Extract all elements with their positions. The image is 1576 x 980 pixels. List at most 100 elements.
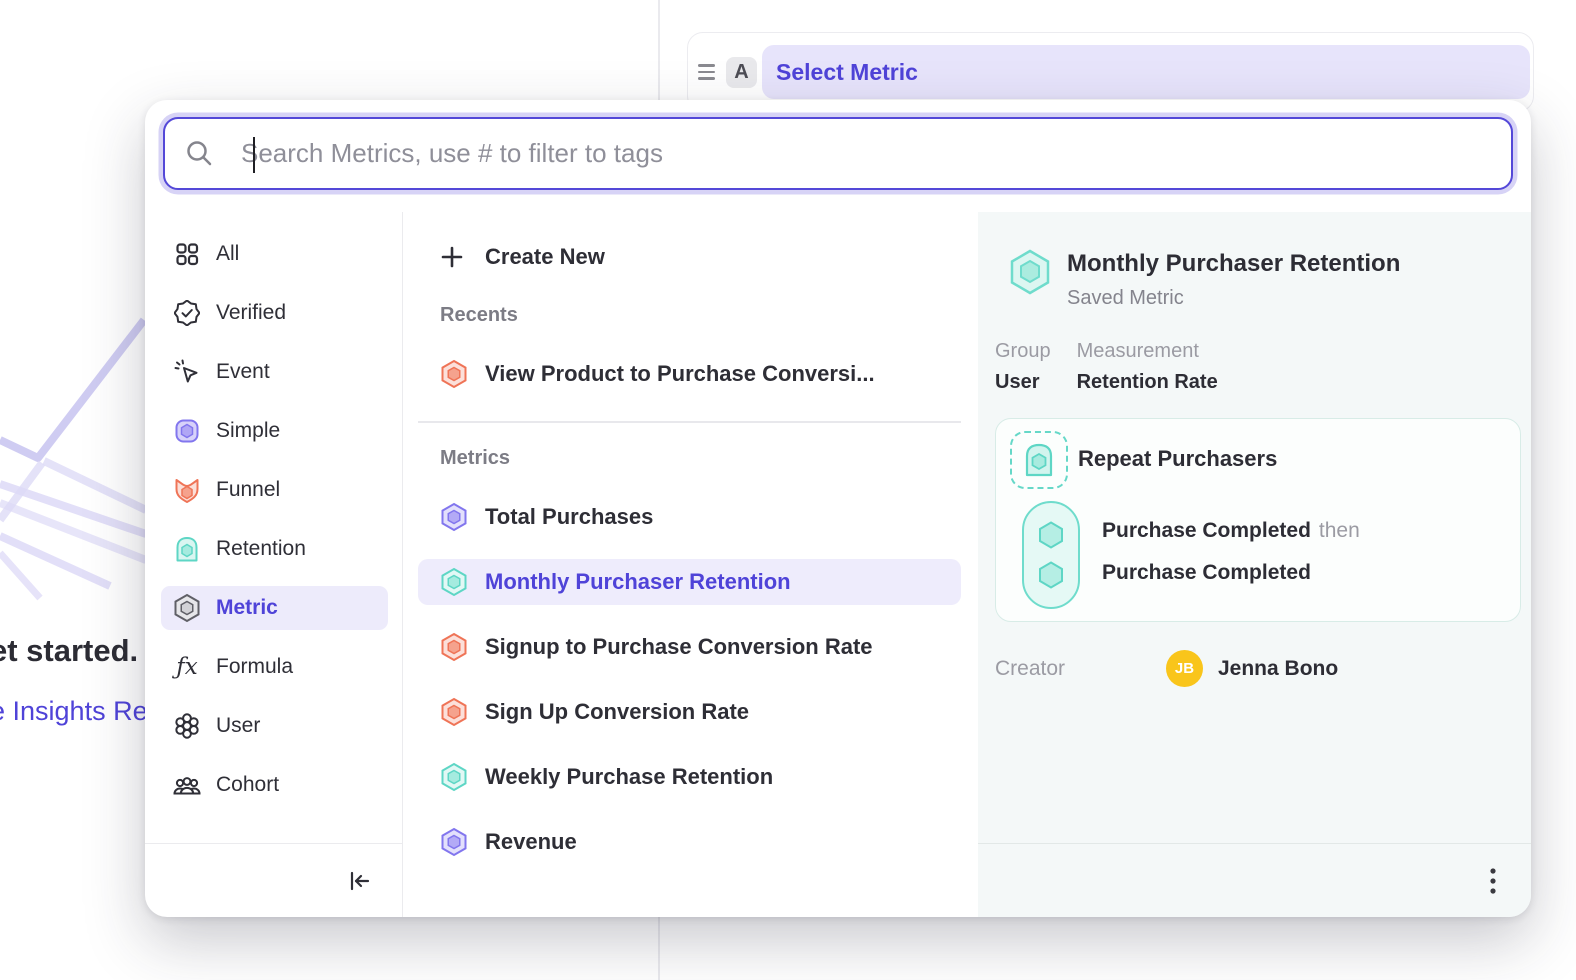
step-2-event: Purchase Completed [1102,561,1311,585]
step-1-event: Purchase Completed then [1102,519,1360,543]
metric-item-total-purchases[interactable]: Total Purchases [418,494,961,540]
card-title: Repeat Purchasers [1078,446,1277,472]
sidebar-item-metric[interactable]: Metric [161,586,388,630]
cursor-click-icon [173,358,201,386]
metric-item-monthly-purchaser-retention[interactable]: Monthly Purchaser Retention [418,559,961,605]
search-bar [163,117,1513,190]
simple-metric-icon [173,417,201,445]
detail-subtitle: Saved Metric [1067,287,1400,310]
creator-name: Jenna Bono [1218,657,1338,681]
sidebar-item-label: All [216,242,239,266]
text-caret [253,137,255,173]
sidebar-item-label: Funnel [216,478,280,502]
decorative-line-chart [0,298,146,628]
sidebar-item-verified[interactable]: Verified [161,291,388,335]
metric-item-signup-to-purchase-conversion-rate[interactable]: Signup to Purchase Conversion Rate [418,624,961,670]
list-divider [418,421,961,423]
measurement-column: Measurement Retention Rate [1077,340,1218,394]
event-sequence-capsule [1022,501,1080,609]
metric-item-revenue[interactable]: Revenue [418,819,961,865]
retention-metric-icon [440,567,468,597]
funnel-metric-icon [440,359,468,389]
sidebar-item-event[interactable]: Event [161,350,388,394]
sidebar-item-label: Cohort [216,773,279,797]
funnel-metric-icon [440,697,468,727]
detail-header-text: Monthly Purchaser Retention Saved Metric [1067,248,1400,310]
sidebar-item-formula[interactable]: ƒx Formula [161,645,388,689]
modal-body: All Verified [145,212,1531,917]
retention-metric-icon [440,762,468,792]
background-headline-fragment: et started. [0,633,138,669]
grid-icon [173,240,201,268]
dashed-retention-icon [1010,431,1068,489]
sidebar-item-label: Simple [216,419,280,443]
category-sidebar: All Verified [145,212,403,917]
metric-item-label: Total Purchases [485,504,653,530]
funnel-metric-icon [440,632,468,662]
detail-footer [978,843,1531,917]
search-icon [185,139,215,169]
metric-item-weekly-purchase-retention[interactable]: Weekly Purchase Retention [418,754,961,800]
metric-item-label: Sign Up Conversion Rate [485,699,749,725]
select-metric-label: Select Metric [776,59,918,86]
sidebar-item-label: Event [216,360,270,384]
metrics-heading: Metrics [440,447,961,470]
sidebar-item-label: Retention [216,537,306,561]
creator-label: Creator [995,657,1166,681]
step-2-label: Purchase Completed [1102,561,1311,584]
category-list: All Verified [145,212,402,843]
metric-list-column: Create New Recents View Product to Purch… [403,212,978,917]
detail-title: Monthly Purchaser Retention [1067,250,1400,278]
step-1-label: Purchase Completed [1102,519,1311,542]
retention-icon [173,535,201,563]
sidebar-footer [145,843,402,917]
formula-fx-icon: ƒx [173,653,201,681]
collapse-sidebar-icon[interactable] [346,868,372,894]
metric-picker-modal: All Verified [145,100,1531,917]
recent-item-view-product-to-purchase[interactable]: View Product to Purchase Conversi... [418,351,961,397]
group-column: Group User [995,340,1051,394]
verified-badge-icon [173,299,201,327]
event-hexagon-icon [1037,520,1065,550]
sidebar-item-label: Verified [216,301,286,325]
simple-metric-icon [440,827,468,857]
sidebar-item-label: User [216,714,260,738]
event-hexagon-icon [1037,560,1065,590]
sidebar-item-cohort[interactable]: Cohort [161,763,388,807]
kebab-menu-icon[interactable] [1489,867,1497,895]
plus-icon [440,245,468,269]
metric-item-label: Signup to Purchase Conversion Rate [485,634,873,660]
detail-meta: Group User Measurement Retention Rate [978,310,1531,394]
sidebar-item-label: Metric [216,596,278,620]
sidebar-item-simple[interactable]: Simple [161,409,388,453]
drag-handle-icon[interactable] [698,64,715,80]
metric-item-label: Weekly Purchase Retention [485,764,773,790]
sidebar-item-all[interactable]: All [161,232,388,276]
create-new-label: Create New [485,244,605,270]
select-metric-dropdown[interactable]: Select Metric [762,45,1530,99]
recents-heading: Recents [440,304,961,327]
user-cluster-icon [173,712,201,740]
measurement-label: Measurement [1077,340,1218,363]
sidebar-item-label: Formula [216,655,293,679]
search-input[interactable] [235,138,1491,169]
insights-report-link[interactable]: e Insights Re [0,696,148,727]
sidebar-item-funnel[interactable]: Funnel [161,468,388,512]
funnel-icon [173,476,201,504]
group-label: Group [995,340,1051,363]
metric-item-sign-up-conversion-rate[interactable]: Sign Up Conversion Rate [418,689,961,735]
simple-metric-icon [440,502,468,532]
create-new-button[interactable]: Create New [418,234,961,280]
then-connector: then [1319,519,1360,542]
sidebar-item-retention[interactable]: Retention [161,527,388,571]
sidebar-item-user[interactable]: User [161,704,388,748]
creator-row: Creator JB Jenna Bono [978,622,1531,687]
retention-metric-icon [1008,248,1052,296]
retention-definition-card: Repeat Purchasers Purchase Completed then… [995,418,1521,622]
creator-avatar: JB [1166,650,1203,687]
metric-item-label: Revenue [485,829,577,855]
series-a-badge: A [726,57,757,88]
metric-item-label: Monthly Purchaser Retention [485,569,791,595]
cohort-people-icon [173,771,201,799]
group-value: User [995,371,1051,394]
